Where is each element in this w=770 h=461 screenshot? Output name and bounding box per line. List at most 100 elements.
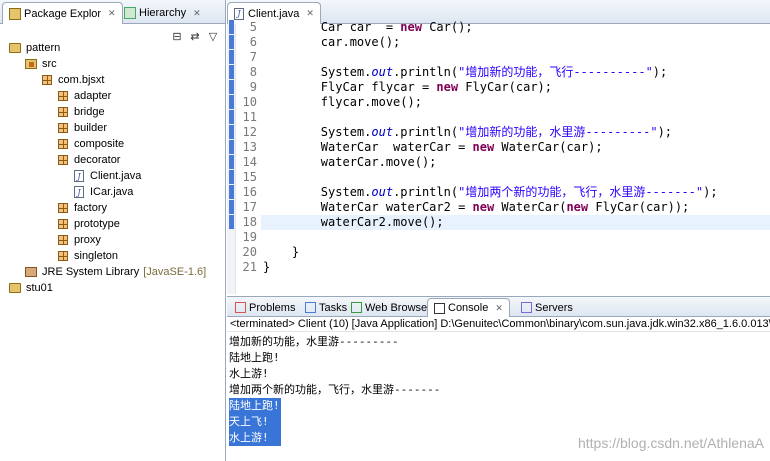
- package-icon: [56, 137, 70, 151]
- java-file-icon: J: [72, 169, 86, 183]
- tree-item[interactable]: J ICar.java: [0, 184, 225, 200]
- tree-item-label: bridge: [74, 106, 105, 118]
- tree-item[interactable]: prototype: [0, 216, 225, 232]
- terminated-status: <terminated> Client (10) [Java Applicati…: [227, 317, 770, 332]
- line-number: 15: [242, 170, 257, 184]
- close-icon[interactable]: ✕: [108, 8, 116, 19]
- tree-item-label: decorator: [74, 154, 121, 166]
- tree-item-label: Client.java: [90, 170, 142, 182]
- line-number: 21: [242, 260, 257, 274]
- tab-web-browser[interactable]: Web Browser: [345, 298, 437, 317]
- line-number: 16: [242, 185, 257, 199]
- tree-item[interactable]: JRE System Library [JavaSE-1.6]: [0, 264, 225, 280]
- package-explorer-panel: Package Explor ✕ Hierarchy ✕ ⊟ ⇄ ▽ patte…: [0, 0, 226, 461]
- tree-item-label: singleton: [74, 250, 119, 262]
- code-line-21: }: [263, 260, 271, 274]
- change-marker: [229, 80, 234, 94]
- package-icon: [56, 249, 70, 263]
- code-line-14: waterCar.move();: [263, 155, 437, 169]
- line-number: 11: [242, 110, 257, 124]
- tree-item[interactable]: builder: [0, 120, 225, 136]
- library-icon: [24, 265, 38, 279]
- code-line-8: System.out.println("增加新的功能，飞行----------"…: [263, 65, 668, 79]
- console-line: 陆地上跑!: [229, 351, 280, 364]
- watermark: https://blog.csdn.net/AthlenaA: [577, 435, 764, 451]
- tasks-icon: [305, 302, 316, 313]
- hierarchy-icon: [124, 7, 136, 19]
- package-icon: [40, 73, 54, 87]
- change-marker: [229, 140, 234, 154]
- tree-item[interactable]: adapter: [0, 88, 225, 104]
- change-marker: [229, 50, 234, 64]
- tree-item-label: prototype: [74, 218, 120, 230]
- web-browser-icon: [351, 302, 362, 313]
- line-number: 14: [242, 155, 257, 169]
- package-icon: [56, 105, 70, 119]
- tab-servers[interactable]: Servers: [515, 298, 579, 317]
- package-explorer-tabbar: Package Explor ✕ Hierarchy ✕: [0, 0, 225, 24]
- tree-item[interactable]: composite: [0, 136, 225, 152]
- tree-item-label: factory: [74, 202, 108, 214]
- package-icon: [56, 217, 70, 231]
- line-number: 17: [242, 200, 257, 214]
- console-line: 天上飞!: [227, 414, 770, 430]
- tree-item-label: JRE System Library: [42, 266, 140, 278]
- line-number: 18: [242, 215, 257, 229]
- code-line-13: WaterCar waterCar = new WaterCar(car);: [263, 140, 603, 154]
- code-line-18: waterCar2.move();: [261, 215, 770, 230]
- change-marker: [229, 155, 234, 169]
- code-line-10: flycar.move();: [263, 95, 422, 109]
- tab-hierarchy[interactable]: Hierarchy ✕: [118, 2, 207, 24]
- close-icon[interactable]: ✕: [495, 303, 503, 314]
- tree-item[interactable]: J Client.java: [0, 168, 225, 184]
- close-icon[interactable]: ✕: [306, 8, 314, 19]
- tree-item[interactable]: proxy: [0, 232, 225, 248]
- tree-item[interactable]: com.bjsxt: [0, 72, 225, 88]
- change-marker: [229, 95, 234, 109]
- package-icon: [56, 201, 70, 215]
- code-line-20: }: [263, 245, 300, 259]
- tree-item[interactable]: src: [0, 56, 225, 72]
- code-line-17: WaterCar waterCar2 = new WaterCar(new Fl…: [263, 200, 690, 214]
- console-line: 陆地上跑!: [229, 398, 281, 414]
- tree-item-label: proxy: [74, 234, 101, 246]
- line-number: 9: [249, 80, 257, 94]
- tree-item[interactable]: singleton: [0, 248, 225, 264]
- tree-item[interactable]: bridge: [0, 104, 225, 120]
- console-icon: [434, 302, 445, 314]
- tab-package-explorer[interactable]: Package Explor ✕: [2, 2, 123, 24]
- console-tabbar: Problems Tasks Web Browser Console ✕ Servers: [227, 297, 770, 317]
- tree-item[interactable]: factory: [0, 200, 225, 216]
- package-icon: [56, 233, 70, 247]
- code-area[interactable]: Car car = new Car(); car.move(); System.…: [261, 20, 770, 294]
- tree-item-label: src: [42, 58, 57, 70]
- code-line-5: Car car = new Car();: [263, 20, 473, 34]
- source-folder-icon: [24, 57, 38, 71]
- library-version: [JavaSE-1.6]: [143, 266, 207, 278]
- tree-item-label: builder: [74, 122, 108, 134]
- tree-item[interactable]: stu01: [0, 280, 225, 296]
- line-number: 12: [242, 125, 257, 139]
- package-icon: [56, 153, 70, 167]
- line-number: 20: [242, 245, 257, 259]
- tree-item-label: composite: [74, 138, 125, 150]
- tree-item-label: com.bjsxt: [58, 74, 105, 86]
- code-line-12: System.out.println("增加新的功能，水里游---------"…: [263, 125, 673, 139]
- console-line: 增加两个新的功能，飞行，水里游-------: [229, 383, 441, 396]
- console-line: 水上游!: [229, 367, 269, 380]
- tab-problems[interactable]: Problems: [229, 298, 301, 317]
- package-icon: [56, 121, 70, 135]
- console-line: 增加新的功能，水里游---------: [229, 335, 399, 348]
- code-line-9: FlyCar flycar = new FlyCar(car);: [263, 80, 552, 94]
- tree-item[interactable]: decorator: [0, 152, 225, 168]
- console-output[interactable]: 增加新的功能，水里游--------- 陆地上跑! 水上游! 增加两个新的功能，飞行，…: [227, 334, 770, 446]
- close-icon[interactable]: ✕: [193, 8, 201, 19]
- servers-icon: [521, 302, 532, 313]
- change-marker: [229, 65, 234, 79]
- tab-console[interactable]: Console ✕: [427, 298, 510, 317]
- tree-item[interactable]: pattern: [0, 40, 225, 56]
